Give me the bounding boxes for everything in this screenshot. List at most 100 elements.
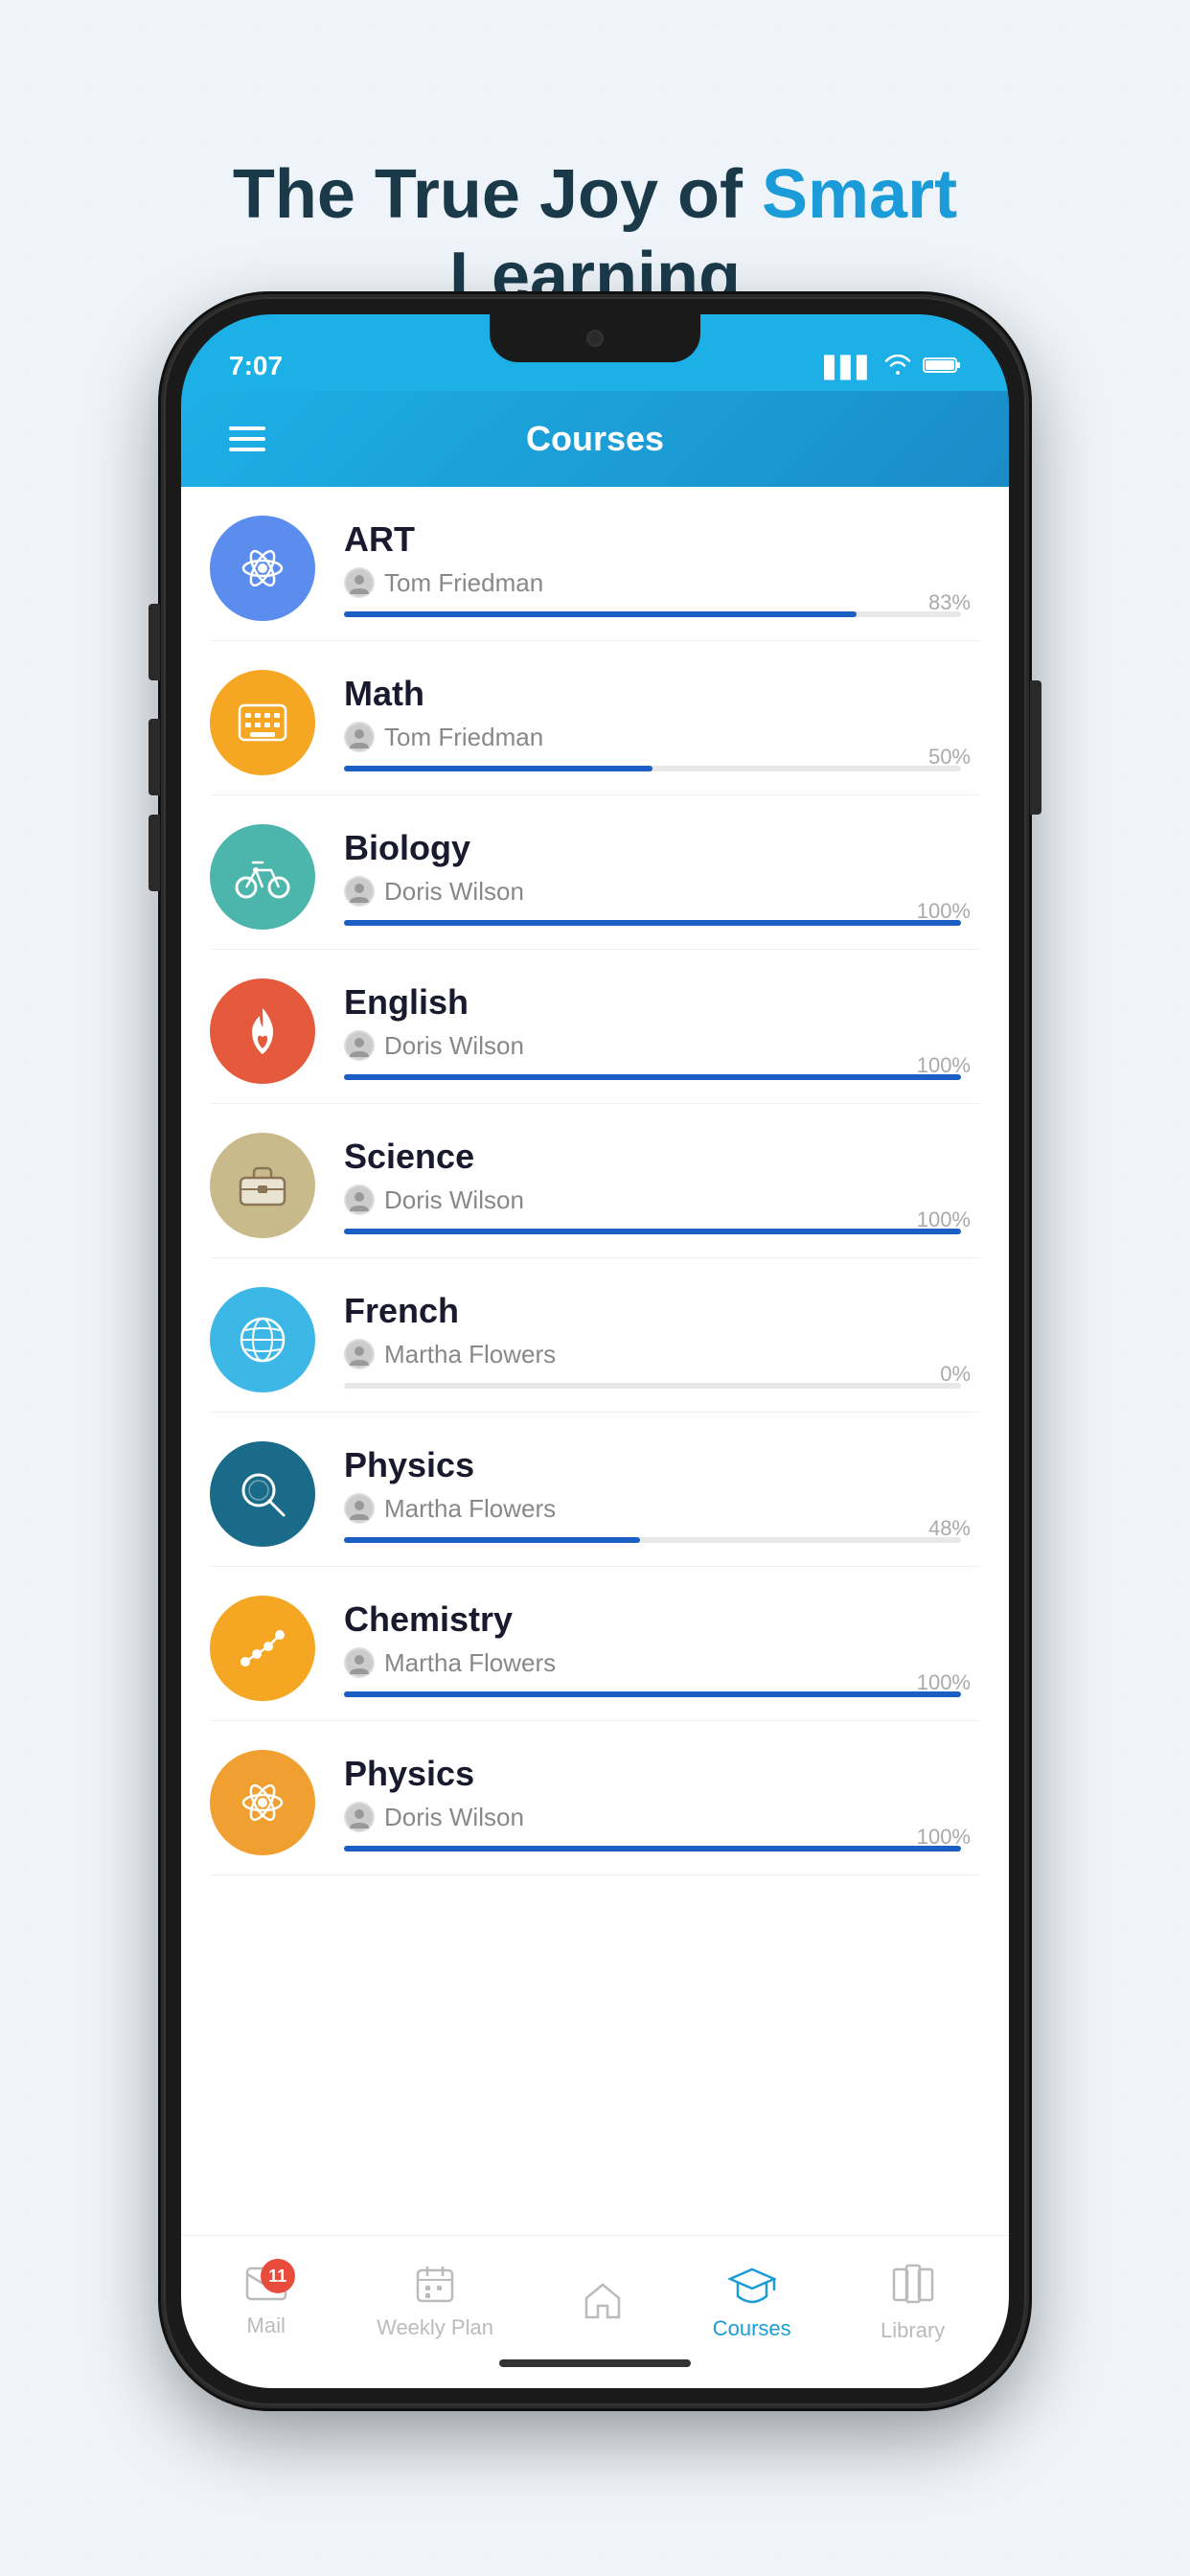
course-item[interactable]: ART Tom Friedman 83% (210, 487, 980, 641)
progress-bar-bg: 0% (344, 1383, 961, 1389)
course-info-3: English Doris Wilson 100% (344, 982, 980, 1080)
course-icon-6 (210, 1441, 315, 1547)
nav-badge: 11 (261, 2259, 295, 2293)
nav-label: Mail (247, 2313, 286, 2338)
course-info-8: Physics Doris Wilson 100% (344, 1754, 980, 1852)
course-info-6: Physics Martha Flowers 48% (344, 1445, 980, 1543)
teacher-avatar (344, 1647, 375, 1678)
progress-bar-fill (344, 766, 652, 771)
progress-pct: 0% (940, 1362, 971, 1387)
course-name: Physics (344, 1754, 961, 1794)
wifi-icon (884, 355, 911, 381)
progress-bar-bg: 100% (344, 920, 961, 926)
teacher-name: Tom Friedman (384, 723, 543, 752)
course-name: Math (344, 674, 961, 714)
teacher-row: Doris Wilson (344, 1184, 961, 1215)
course-name: Physics (344, 1445, 961, 1485)
nav-icon (890, 2262, 936, 2311)
teacher-name: Martha Flowers (384, 1648, 556, 1678)
signal-icon: ▋▋▋ (824, 356, 873, 380)
teacher-avatar (344, 567, 375, 598)
nav-label: Library (881, 2318, 945, 2343)
course-item[interactable]: Physics Doris Wilson 100% (210, 1721, 980, 1875)
progress-pct: 48% (928, 1516, 971, 1541)
teacher-row: Martha Flowers (344, 1339, 961, 1369)
teacher-name: Martha Flowers (384, 1494, 556, 1524)
progress-bar-bg: 100% (344, 1846, 961, 1852)
course-info-7: Chemistry Martha Flowers 100% (344, 1599, 980, 1697)
course-info-2: Biology Doris Wilson 100% (344, 828, 980, 926)
teacher-name: Doris Wilson (384, 1803, 524, 1832)
teacher-name: Tom Friedman (384, 568, 543, 598)
course-name: French (344, 1291, 961, 1331)
course-info-5: French Martha Flowers 0% (344, 1291, 980, 1389)
course-item[interactable]: Math Tom Friedman 50% (210, 641, 980, 795)
course-icon-4 (210, 1133, 315, 1238)
teacher-row: Tom Friedman (344, 722, 961, 752)
progress-pct: 50% (928, 745, 971, 770)
nav-item-weekly-plan[interactable]: Weekly Plan (377, 2265, 493, 2340)
course-name: ART (344, 519, 961, 560)
course-item[interactable]: French Martha Flowers 0% (210, 1258, 980, 1413)
course-name: Chemistry (344, 1599, 961, 1640)
progress-pct: 100% (917, 899, 971, 924)
progress-bar-bg: 50% (344, 766, 961, 771)
teacher-name: Martha Flowers (384, 1340, 556, 1369)
progress-pct: 100% (917, 1825, 971, 1850)
teacher-name: Doris Wilson (384, 1185, 524, 1215)
notch (490, 314, 700, 362)
progress-pct: 100% (917, 1208, 971, 1232)
progress-bar-fill (344, 1074, 961, 1080)
hero-title: The True Joy of Smart Learning (0, 153, 1190, 319)
course-icon-8 (210, 1750, 315, 1855)
teacher-row: Martha Flowers (344, 1647, 961, 1678)
nav-icon (416, 2265, 454, 2308)
progress-bar-bg: 100% (344, 1074, 961, 1080)
progress-bar-fill (344, 1846, 961, 1852)
course-icon-7 (210, 1596, 315, 1701)
nav-item-home[interactable] (583, 2281, 623, 2324)
battery-icon (923, 356, 961, 380)
progress-bar-fill (344, 611, 857, 617)
teacher-avatar (344, 722, 375, 752)
course-item[interactable]: Chemistry Martha Flowers 100% (210, 1567, 980, 1721)
course-icon-2 (210, 824, 315, 930)
course-icon-0 (210, 516, 315, 621)
teacher-row: Doris Wilson (344, 876, 961, 907)
nav-label: Weekly Plan (377, 2315, 493, 2340)
course-icon-3 (210, 978, 315, 1084)
course-item[interactable]: English Doris Wilson 100% (210, 950, 980, 1104)
course-item[interactable]: Biology Doris Wilson 100% (210, 795, 980, 950)
home-indicator (499, 2359, 691, 2367)
status-time: 7:07 (229, 351, 283, 381)
course-item[interactable]: Science Doris Wilson 100% (210, 1104, 980, 1258)
nav-item-mail[interactable]: 11 Mail (245, 2266, 287, 2338)
teacher-avatar (344, 876, 375, 907)
progress-bar-fill (344, 1229, 961, 1234)
teacher-avatar (344, 1030, 375, 1061)
teacher-row: Martha Flowers (344, 1493, 961, 1524)
course-item[interactable]: Physics Martha Flowers 48% (210, 1413, 980, 1567)
progress-bar-bg: 83% (344, 611, 961, 617)
progress-pct: 83% (928, 590, 971, 615)
teacher-avatar (344, 1339, 375, 1369)
menu-button[interactable] (229, 426, 265, 451)
course-info-4: Science Doris Wilson 100% (344, 1137, 980, 1234)
teacher-row: Doris Wilson (344, 1030, 961, 1061)
app-header: Courses (181, 391, 1009, 487)
course-name: English (344, 982, 961, 1023)
teacher-avatar (344, 1802, 375, 1832)
course-info-1: Math Tom Friedman 50% (344, 674, 980, 771)
phone-frame: 7:07 ▋▋▋ (164, 297, 1026, 2405)
nav-item-library[interactable]: Library (881, 2262, 945, 2343)
nav-item-courses[interactable]: Courses (713, 2264, 791, 2341)
nav-icon (728, 2264, 776, 2309)
course-icon-1 (210, 670, 315, 775)
progress-bar-fill (344, 920, 961, 926)
progress-bar-bg: 48% (344, 1537, 961, 1543)
nav-icon: 11 (245, 2266, 287, 2306)
progress-bar-bg: 100% (344, 1691, 961, 1697)
course-list: ART Tom Friedman 83% (181, 487, 1009, 2235)
course-name: Science (344, 1137, 961, 1177)
progress-pct: 100% (917, 1053, 971, 1078)
